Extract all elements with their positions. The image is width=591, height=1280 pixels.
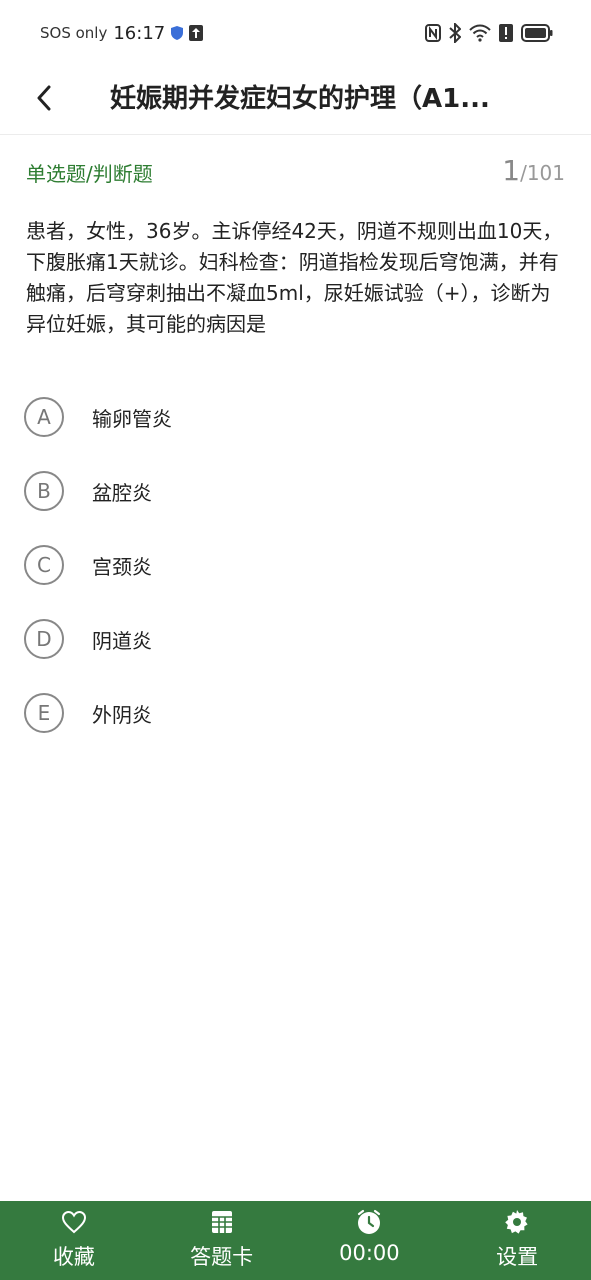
alert-icon: [499, 24, 513, 42]
app-header: 妊娠期并发症妇女的护理（A1...: [0, 66, 591, 135]
status-bar: SOS only 16:17: [0, 0, 591, 66]
wifi-icon: [469, 24, 491, 42]
heart-icon: [61, 1209, 87, 1235]
answer-card-button[interactable]: 答题卡: [148, 1201, 296, 1280]
page-title: 妊娠期并发症妇女的护理（A1...: [110, 84, 490, 112]
favorite-label: 收藏: [52, 1245, 95, 1269]
gear-icon: [504, 1209, 530, 1235]
grid-icon: [209, 1209, 235, 1235]
option-d[interactable]: D 阴道炎: [24, 602, 564, 676]
back-button[interactable]: [26, 80, 62, 116]
chevron-left-icon: [37, 85, 51, 111]
bluetooth-icon: [449, 23, 461, 43]
status-right: [425, 22, 553, 44]
carrier-text: SOS only: [40, 24, 108, 42]
favorite-button[interactable]: 收藏: [0, 1201, 148, 1280]
question-current-number: 1: [502, 154, 521, 187]
nfc-icon: [425, 24, 441, 42]
clock-icon: [356, 1209, 382, 1235]
upload-icon: [189, 25, 204, 41]
question-counter: 1 /101: [502, 154, 565, 187]
battery-icon: [521, 24, 553, 42]
bottom-toolbar: 收藏 答题卡 00:00 设置: [0, 1201, 591, 1280]
option-text: 盆腔炎: [92, 480, 152, 505]
option-b[interactable]: B 盆腔炎: [24, 454, 564, 528]
option-text: 输卵管炎: [92, 406, 172, 431]
option-a[interactable]: A 输卵管炎: [24, 380, 564, 454]
option-e[interactable]: E 外阴炎: [24, 676, 564, 750]
timer-value: 00:00: [339, 1241, 400, 1265]
shield-icon: [171, 26, 184, 40]
options-list: A 输卵管炎 B 盆腔炎 C 宫颈炎 D 阴道炎 E 外阴炎: [24, 380, 564, 750]
option-letter: B: [24, 471, 64, 511]
clock: 16:17: [113, 22, 166, 44]
answer-card-label: 答题卡: [190, 1245, 254, 1269]
question-type-label: 单选题/判断题: [26, 162, 153, 186]
option-letter: A: [24, 397, 64, 437]
option-letter: D: [24, 619, 64, 659]
question-text: 患者，女性，36岁。主诉停经42天，阴道不规则出血10天，下腹胀痛1天就诊。妇科…: [26, 219, 563, 336]
settings-label: 设置: [496, 1245, 539, 1269]
option-text: 宫颈炎: [92, 554, 152, 579]
question-total: /101: [520, 161, 565, 185]
timer-button[interactable]: 00:00: [296, 1201, 444, 1280]
settings-button[interactable]: 设置: [443, 1201, 591, 1280]
option-text: 阴道炎: [92, 628, 152, 653]
option-c[interactable]: C 宫颈炎: [24, 528, 564, 602]
option-letter: C: [24, 545, 64, 585]
option-text: 外阴炎: [92, 702, 152, 727]
status-left: SOS only 16:17: [40, 22, 204, 44]
option-letter: E: [24, 693, 64, 733]
